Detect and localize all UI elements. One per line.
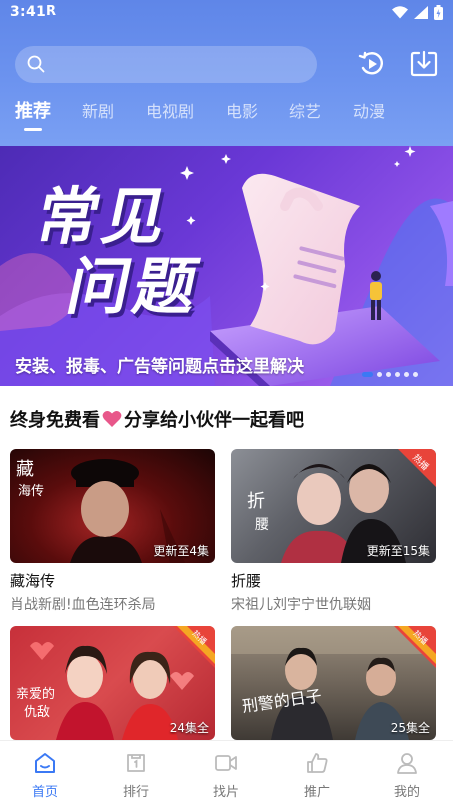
nav-find-video-label: 找片 (212, 785, 239, 800)
signal-icon (414, 6, 428, 19)
bottom-navigation: 首页 排行 找片 推广 我的 (0, 740, 453, 805)
svg-text:藏: 藏 (16, 459, 34, 480)
banner-dot[interactable] (386, 372, 391, 377)
carrier-icon: R (46, 4, 57, 19)
banner-title-line2: 问题 (60, 250, 209, 323)
video-poster[interactable]: 折 腰 热播 更新至15集 (231, 449, 436, 563)
search-icon (27, 55, 45, 73)
video-poster[interactable]: 刑警的日子 热播 25集全 (231, 626, 436, 740)
tab-recommend[interactable]: 推荐 (15, 97, 51, 123)
nav-ranking-label: 排行 (122, 785, 149, 800)
tab-anime[interactable]: 动漫 (353, 98, 385, 122)
status-bar: 3:41 R (0, 0, 453, 26)
nav-promote-label: 推广 (303, 785, 330, 800)
history-icon (358, 51, 383, 75)
banner-dot[interactable] (413, 372, 418, 377)
banner-dot[interactable] (377, 372, 382, 377)
status-time: 3:41 (10, 4, 47, 20)
share-promo[interactable]: 终身免费看 分享给小伙伴一起看吧 (10, 406, 304, 432)
video-description: 肖战新剧!血色连环杀局 (10, 597, 156, 613)
category-tabs: 推荐 新剧 电视剧 电影 综艺 动漫 (0, 98, 453, 138)
nav-promote[interactable]: 推广 (272, 741, 362, 805)
promo-text-before: 终身免费看 (10, 410, 100, 431)
hot-badge: 热播 (394, 626, 436, 668)
download-button[interactable] (408, 48, 440, 80)
episode-status: 24集全 (169, 721, 209, 735)
svg-text:海传: 海传 (18, 484, 44, 499)
status-icons (392, 5, 443, 20)
episode-status: 更新至4集 (153, 544, 209, 558)
svg-text:腰: 腰 (255, 517, 269, 533)
episode-status: 更新至15集 (366, 544, 430, 558)
ranking-icon (127, 754, 145, 772)
tab-variety[interactable]: 综艺 (289, 98, 321, 122)
tab-movies[interactable]: 电影 (226, 98, 258, 122)
nav-find-video[interactable]: 找片 (181, 741, 271, 805)
profile-icon (397, 753, 417, 774)
hot-badge: 热播 (398, 449, 436, 487)
nav-profile-label: 我的 (393, 785, 420, 800)
nav-home-label: 首页 (31, 785, 58, 800)
episode-status: 25集全 (390, 721, 430, 735)
banner-dot[interactable] (395, 372, 400, 377)
tab-indicator (24, 128, 42, 131)
battery-icon (434, 5, 443, 20)
tab-tv-series[interactable]: 电视剧 (146, 98, 194, 122)
banner-carousel[interactable]: 常见 问题 安装、报毒、广告等问题点击这里解决 (0, 146, 453, 386)
banner-title-line1: 常见 (29, 180, 178, 253)
header: 3:41 R 推荐 新剧 电视剧 电影 综艺 动漫 (0, 0, 453, 146)
video-description: 宋祖儿刘宇宁世仇联姻 (231, 597, 371, 613)
search-input[interactable] (15, 46, 317, 83)
heart-icon (102, 411, 122, 427)
banner-dot[interactable] (404, 372, 409, 377)
video-poster[interactable]: 亲爱的 仇敌 热播 24集全 (10, 626, 215, 740)
nav-ranking[interactable]: 排行 (91, 741, 181, 805)
wifi-icon (392, 6, 408, 19)
nav-home[interactable]: 首页 (0, 741, 90, 805)
video-title[interactable]: 折腰 (231, 570, 261, 591)
banner-caption: 安装、报毒、广告等问题点击这里解决 (15, 357, 304, 377)
video-camera-icon (215, 755, 237, 771)
promo-text-after: 分享给小伙伴一起看吧 (124, 410, 304, 431)
tab-new-drama[interactable]: 新剧 (82, 98, 114, 122)
history-button[interactable] (356, 48, 388, 80)
home-icon (35, 753, 55, 773)
video-title[interactable]: 藏海传 (10, 570, 55, 591)
svg-text:亲爱的: 亲爱的 (16, 686, 55, 702)
download-icon (410, 50, 438, 77)
banner-pagination (362, 372, 418, 377)
svg-text:折: 折 (247, 491, 265, 512)
thumb-up-icon (307, 753, 328, 773)
banner-dot[interactable] (362, 372, 373, 377)
banner-title: 常见 问题 (15, 180, 223, 323)
video-poster[interactable]: 藏 海传 更新至4集 (10, 449, 215, 563)
hot-badge: 热播 (173, 626, 215, 668)
svg-text:仇敌: 仇敌 (24, 705, 50, 720)
nav-profile[interactable]: 我的 (362, 741, 452, 805)
